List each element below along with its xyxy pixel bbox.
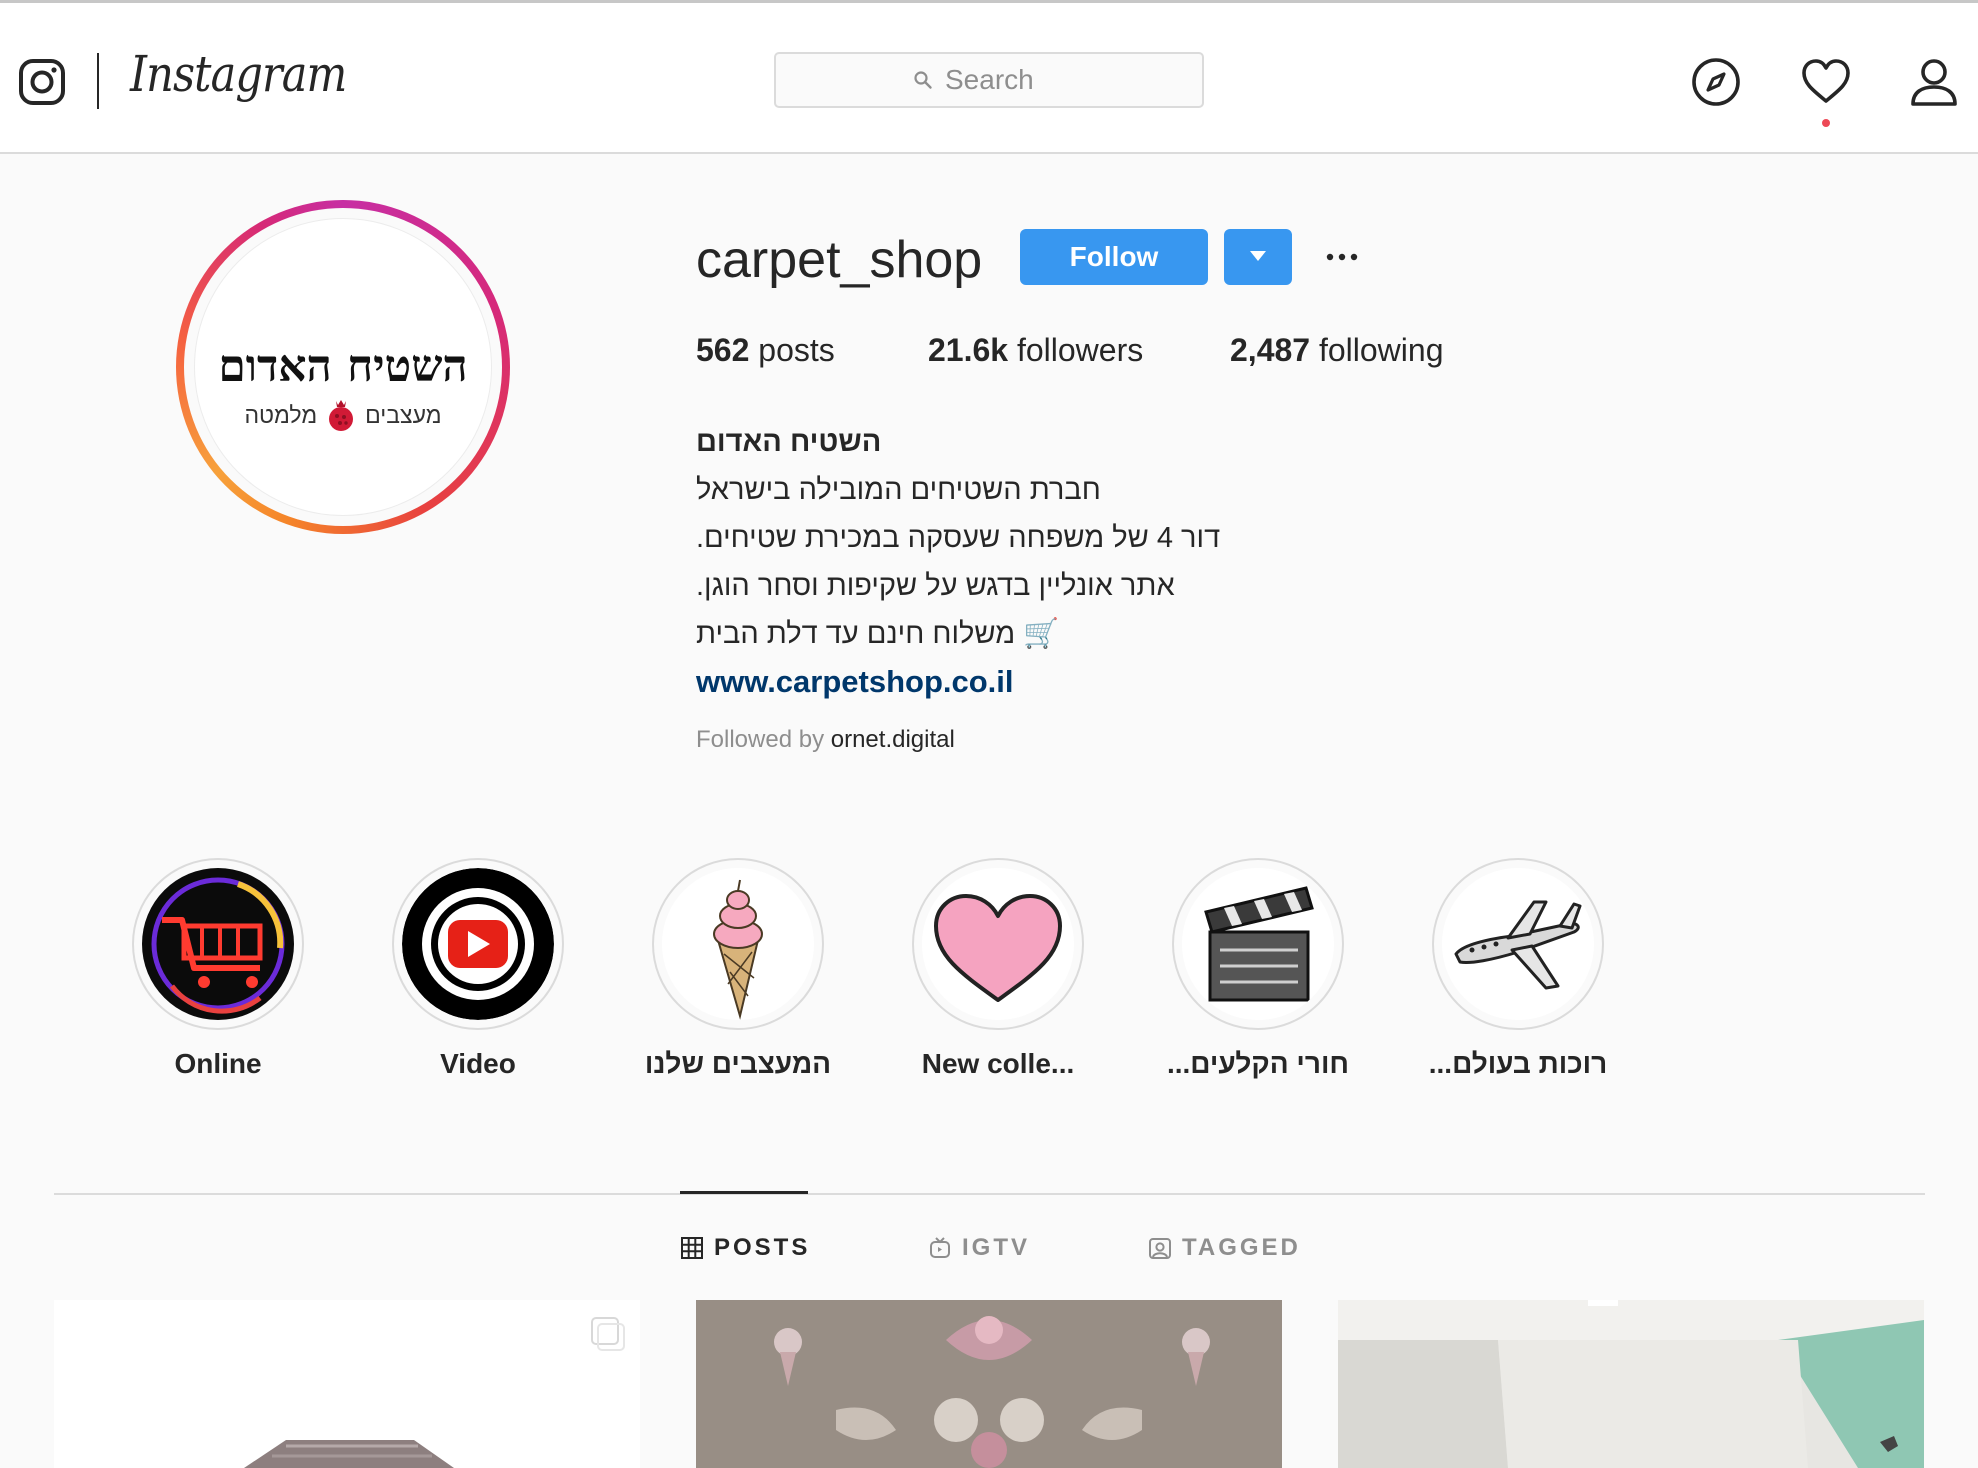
clapperboard-icon: [1182, 868, 1334, 1020]
highlight-ring: [132, 858, 304, 1030]
instagram-wordmark[interactable]: Instagram: [130, 45, 347, 103]
posts-count: 562: [696, 332, 750, 368]
stat-followers[interactable]: 21.6k followers: [928, 332, 1143, 369]
profile-username: carpet_shop: [696, 231, 983, 289]
highlight-ring: [392, 858, 564, 1030]
tab-label: TAGGED: [1182, 1234, 1301, 1261]
followed-by-user[interactable]: ornet.digital: [831, 726, 955, 753]
bio-line: אתר אונליין בדגש על שקיפות וסחר הוגן.: [696, 570, 1175, 602]
suggested-accounts-button[interactable]: [1224, 229, 1292, 285]
avatar-logo-main: השטיח האדום: [218, 341, 468, 392]
post-thumbnail[interactable]: [1338, 1300, 1924, 1468]
followers-count: 21.6k: [928, 332, 1009, 368]
bio-full-name: השטיח האדום: [696, 426, 882, 458]
highlight-cover: [142, 868, 294, 1020]
ice-cream-icon: [662, 868, 814, 1020]
highlight-ring: [1172, 858, 1344, 1030]
bio-line: חברת השטיחים המובילה בישראל: [696, 474, 1101, 506]
tab-tagged[interactable]: TAGGED: [1148, 1228, 1301, 1268]
post-thumbnail[interactable]: [696, 1300, 1282, 1468]
search-input[interactable]: [945, 64, 1065, 96]
notification-dot: [1822, 119, 1830, 127]
tab-posts[interactable]: POSTS: [680, 1228, 810, 1268]
logo-divider: [97, 53, 99, 109]
highlight-label: רוכות בעולם...: [1428, 1048, 1608, 1079]
followers-label: followers: [1016, 332, 1144, 368]
shopping-cart-icon: [142, 868, 294, 1020]
posts-label: posts: [758, 332, 835, 368]
following-label: following: [1318, 332, 1444, 368]
tab-igtv[interactable]: IGTV: [928, 1228, 1030, 1268]
highlight-cover: [402, 868, 554, 1020]
avatar-logo-left: מעצבים: [365, 401, 442, 428]
tabs-separator: [54, 1193, 1925, 1195]
bio-line: דור 4 של משפחה שעסקה במכירת שטיחים.: [696, 522, 1221, 554]
highlight-cover: [1442, 868, 1594, 1020]
follow-button[interactable]: Follow: [1020, 229, 1208, 285]
followed-by-prefix: Followed by: [696, 726, 825, 753]
highlight-label: חורי הקלעים...: [1166, 1048, 1350, 1079]
airplane-icon: [1442, 868, 1594, 1020]
profile-avatar-story-ring[interactable]: השטיח האדום מעצבים מלמטה: [176, 200, 510, 534]
highlight-label: Online: [174, 1048, 262, 1079]
avatar-logo-sub: מעצבים מלמטה: [195, 397, 491, 433]
top-navbar: Instagram: [0, 3, 1978, 154]
heart-icon[interactable]: [1800, 56, 1852, 108]
tab-label: IGTV: [962, 1234, 1031, 1261]
heart-sketch-icon: [922, 868, 1074, 1020]
stat-following[interactable]: 2,487 following: [1230, 332, 1443, 369]
compass-icon[interactable]: [1690, 56, 1742, 108]
following-count: 2,487: [1230, 332, 1311, 368]
highlight-ring: [652, 858, 824, 1030]
highlight-ring: [912, 858, 1084, 1030]
highlight-label: New colle...: [921, 1048, 1075, 1079]
tagged-icon: [1149, 1238, 1171, 1259]
search-icon: [914, 71, 932, 89]
tab-label: POSTS: [714, 1234, 811, 1261]
profile-bio: השטיח האדום חברת השטיחים המובילה בישראל …: [696, 418, 1456, 706]
highlight-cover: [922, 868, 1074, 1020]
profile-icon[interactable]: [1908, 56, 1960, 108]
instagram-glyph-icon[interactable]: [18, 58, 66, 106]
youtube-play-icon: [402, 868, 554, 1020]
highlight-label: המעצבים שלנו: [644, 1048, 832, 1079]
followed-by: Followed by ornet.digital: [696, 726, 955, 754]
more-options-icon[interactable]: [1322, 240, 1362, 274]
stat-posts: 562 posts: [696, 332, 835, 369]
igtv-icon: [930, 1237, 950, 1258]
avatar-logo-right: מלמטה: [244, 401, 318, 428]
highlight-cover: [1182, 868, 1334, 1020]
avatar[interactable]: השטיח האדום מעצבים מלמטה: [194, 218, 492, 516]
bio-line: 🛒 משלוח חינם עד דלת הבית: [696, 618, 1060, 650]
pomegranate-icon: [329, 400, 354, 431]
highlight-cover: [662, 868, 814, 1020]
avatar-gap: השטיח האדום מעצבים מלמטה: [184, 208, 502, 526]
highlight-ring: [1432, 858, 1604, 1030]
chevron-down-icon: [1250, 251, 1266, 261]
grid-icon: [681, 1237, 703, 1259]
post-thumbnail[interactable]: [54, 1300, 640, 1468]
active-tab-indicator: [680, 1191, 808, 1194]
search-box[interactable]: [774, 52, 1204, 108]
highlight-label: Video: [440, 1048, 516, 1079]
bio-website-link[interactable]: www.carpetshop.co.il: [696, 658, 1456, 706]
